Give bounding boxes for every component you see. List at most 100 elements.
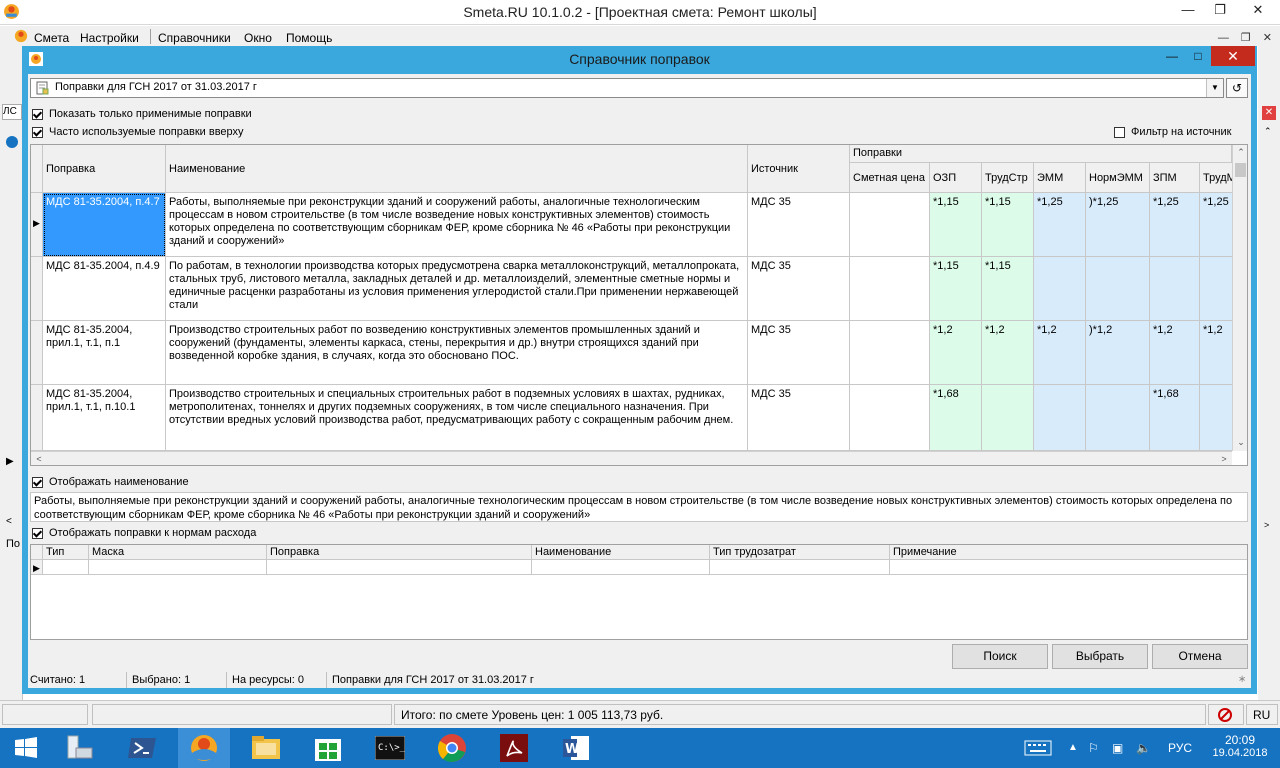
background-tab-label[interactable]: ЛС — [2, 104, 22, 120]
table-row-normemm[interactable]: )*1,25 — [1086, 193, 1150, 257]
flag-icon[interactable]: ⚐ — [1088, 728, 1099, 768]
dialog-minimize-button[interactable]: — — [1159, 46, 1185, 66]
menu-help[interactable]: Помощь — [286, 28, 332, 48]
input-language[interactable]: РУС — [1168, 728, 1192, 768]
minimize-button[interactable]: — — [1172, 0, 1204, 20]
table-row-trudstr[interactable] — [982, 385, 1034, 451]
row-indicator[interactable] — [31, 321, 43, 385]
select-button[interactable]: Выбрать — [1052, 644, 1148, 669]
show-name-checkbox[interactable]: Отображать наименование — [32, 476, 189, 488]
dialog-close-button[interactable]: ✕ — [1211, 46, 1255, 66]
search-button[interactable]: Поиск — [952, 644, 1048, 669]
scroll-left-icon[interactable]: < — [6, 516, 12, 527]
row-indicator[interactable] — [31, 385, 43, 451]
row-indicator[interactable]: ▶ — [31, 560, 43, 575]
table-row-name[interactable]: Производство строительных и специальных … — [166, 385, 748, 451]
row-indicator[interactable] — [31, 257, 43, 321]
word-icon[interactable]: W — [550, 728, 602, 768]
catalog-combobox[interactable]: Поправки для ГСН 2017 от 31.03.2017 г ▼ — [30, 78, 1224, 98]
scroll-right-icon[interactable]: > — [1216, 452, 1232, 465]
table-row-ozp[interactable]: *1,68 — [930, 385, 982, 451]
tray-expand-icon[interactable]: ▲ — [1068, 728, 1078, 768]
table-row-trudstr[interactable]: *1,15 — [982, 193, 1034, 257]
norms-cell[interactable] — [267, 560, 532, 575]
norms-cell[interactable] — [710, 560, 890, 575]
menu-estimate[interactable]: Смета — [34, 28, 69, 48]
norms-cell[interactable] — [890, 560, 1247, 575]
keyboard-icon[interactable] — [1024, 728, 1054, 768]
table-row-estimate-price[interactable] — [850, 385, 930, 451]
checkbox-box[interactable] — [32, 476, 43, 488]
mdi-minimize-icon[interactable]: — — [1218, 28, 1229, 48]
menu-window[interactable]: Окно — [244, 28, 272, 48]
checkbox-box[interactable] — [32, 108, 43, 120]
table-row-estimate-price[interactable] — [850, 193, 930, 257]
scroll-up-icon[interactable]: ⌃ — [1264, 126, 1272, 137]
table-row-ozp[interactable]: *1,2 — [930, 321, 982, 385]
clock[interactable]: 20:09 19.04.2018 — [1210, 728, 1270, 768]
acrobat-icon[interactable] — [488, 728, 540, 768]
smeta-taskbar-icon[interactable] — [178, 728, 230, 768]
table-row-emm[interactable]: *1,25 — [1034, 193, 1086, 257]
grid-horizontal-scrollbar[interactable]: < > — [31, 451, 1232, 465]
table-row-zpm[interactable]: *1,25 — [1150, 193, 1200, 257]
reset-icon[interactable]: ↺ — [1226, 78, 1248, 98]
table-row-trudm[interactable] — [1200, 385, 1232, 451]
chevron-down-icon[interactable]: ▼ — [1206, 79, 1223, 97]
table-row-normemm[interactable] — [1086, 385, 1150, 451]
col-header-emm[interactable]: ЭММ — [1034, 163, 1086, 193]
norms-cell[interactable] — [43, 560, 89, 575]
scroll-down-icon[interactable]: ⌄ — [1233, 435, 1247, 450]
col-header-amendment[interactable]: Поправка — [43, 145, 166, 193]
table-row-amendment[interactable]: МДС 81-35.2004, п.4.7 — [43, 193, 166, 257]
restore-button[interactable]: ❐ — [1204, 0, 1236, 20]
norms-cell[interactable] — [532, 560, 710, 575]
grid-vertical-scrollbar[interactable]: ⌃ ⌄ — [1232, 145, 1247, 451]
table-row-name[interactable]: Работы, выполняемые при реконструкции зд… — [166, 193, 748, 257]
table-row-estimate-price[interactable] — [850, 257, 930, 321]
background-close-icon[interactable]: ✕ — [1262, 106, 1276, 120]
resize-grip-icon[interactable]: ∗ — [1238, 674, 1246, 685]
norms-col-mask[interactable]: Маска — [89, 545, 267, 560]
source-filter-checkbox[interactable]: Фильтр на источник — [1114, 126, 1231, 138]
norms-col-labor-type[interactable]: Тип трудозатрат — [710, 545, 890, 560]
mdi-close-icon[interactable]: ✕ — [1263, 28, 1272, 48]
table-row-normemm[interactable] — [1086, 257, 1150, 321]
table-row-trudm[interactable]: *1,25 — [1200, 193, 1232, 257]
col-header-estimate-price[interactable]: Сметная цена — [850, 163, 930, 193]
norms-col-name[interactable]: Наименование — [532, 545, 710, 560]
row-indicator[interactable]: ▶ — [31, 193, 43, 257]
col-header-trudm[interactable]: ТрудМ — [1200, 163, 1232, 193]
table-row-trudm[interactable]: *1,2 — [1200, 321, 1232, 385]
table-row-trudstr[interactable]: *1,15 — [982, 257, 1034, 321]
table-row-zpm[interactable]: *1,2 — [1150, 321, 1200, 385]
powershell-icon[interactable] — [116, 728, 168, 768]
col-header-zpm[interactable]: ЗПМ — [1150, 163, 1200, 193]
col-header-normemm[interactable]: НормЭММ — [1086, 163, 1150, 193]
show-norms-checkbox[interactable]: Отображать поправки к нормам расхода — [32, 527, 256, 539]
table-row-source[interactable]: МДС 35 — [748, 321, 850, 385]
scroll-up-icon[interactable]: ⌃ — [1233, 145, 1247, 160]
only-applicable-checkbox[interactable]: Показать только применимые поправки — [32, 108, 252, 120]
table-row-ozp[interactable]: *1,15 — [930, 193, 982, 257]
cancel-button[interactable]: Отмена — [1152, 644, 1248, 669]
table-row-trudstr[interactable]: *1,2 — [982, 321, 1034, 385]
table-row-emm[interactable]: *1,2 — [1034, 321, 1086, 385]
norms-cell[interactable] — [89, 560, 267, 575]
table-row-amendment[interactable]: МДС 81-35.2004, прил.1, т.1, п.10.1 — [43, 385, 166, 451]
col-header-name[interactable]: Наименование — [166, 145, 748, 193]
server-manager-icon[interactable] — [54, 728, 106, 768]
table-row-emm[interactable] — [1034, 385, 1086, 451]
mdi-restore-icon[interactable]: ❐ — [1241, 28, 1251, 48]
table-row-amendment[interactable]: МДС 81-35.2004, прил.1, т.1, п.1 — [43, 321, 166, 385]
table-row-name[interactable]: По работам, в технологии производства ко… — [166, 257, 748, 321]
menu-settings[interactable]: Настройки — [80, 28, 139, 48]
table-row-normemm[interactable]: )*1,2 — [1086, 321, 1150, 385]
table-row-source[interactable]: МДС 35 — [748, 193, 850, 257]
scroll-thumb[interactable] — [1235, 163, 1246, 177]
col-header-trudstr[interactable]: ТрудСтр — [982, 163, 1034, 193]
menu-references[interactable]: Справочники — [158, 28, 231, 48]
dialog-maximize-button[interactable]: □ — [1185, 46, 1211, 66]
col-header-source[interactable]: Источник — [748, 145, 850, 193]
chrome-icon[interactable] — [426, 728, 478, 768]
